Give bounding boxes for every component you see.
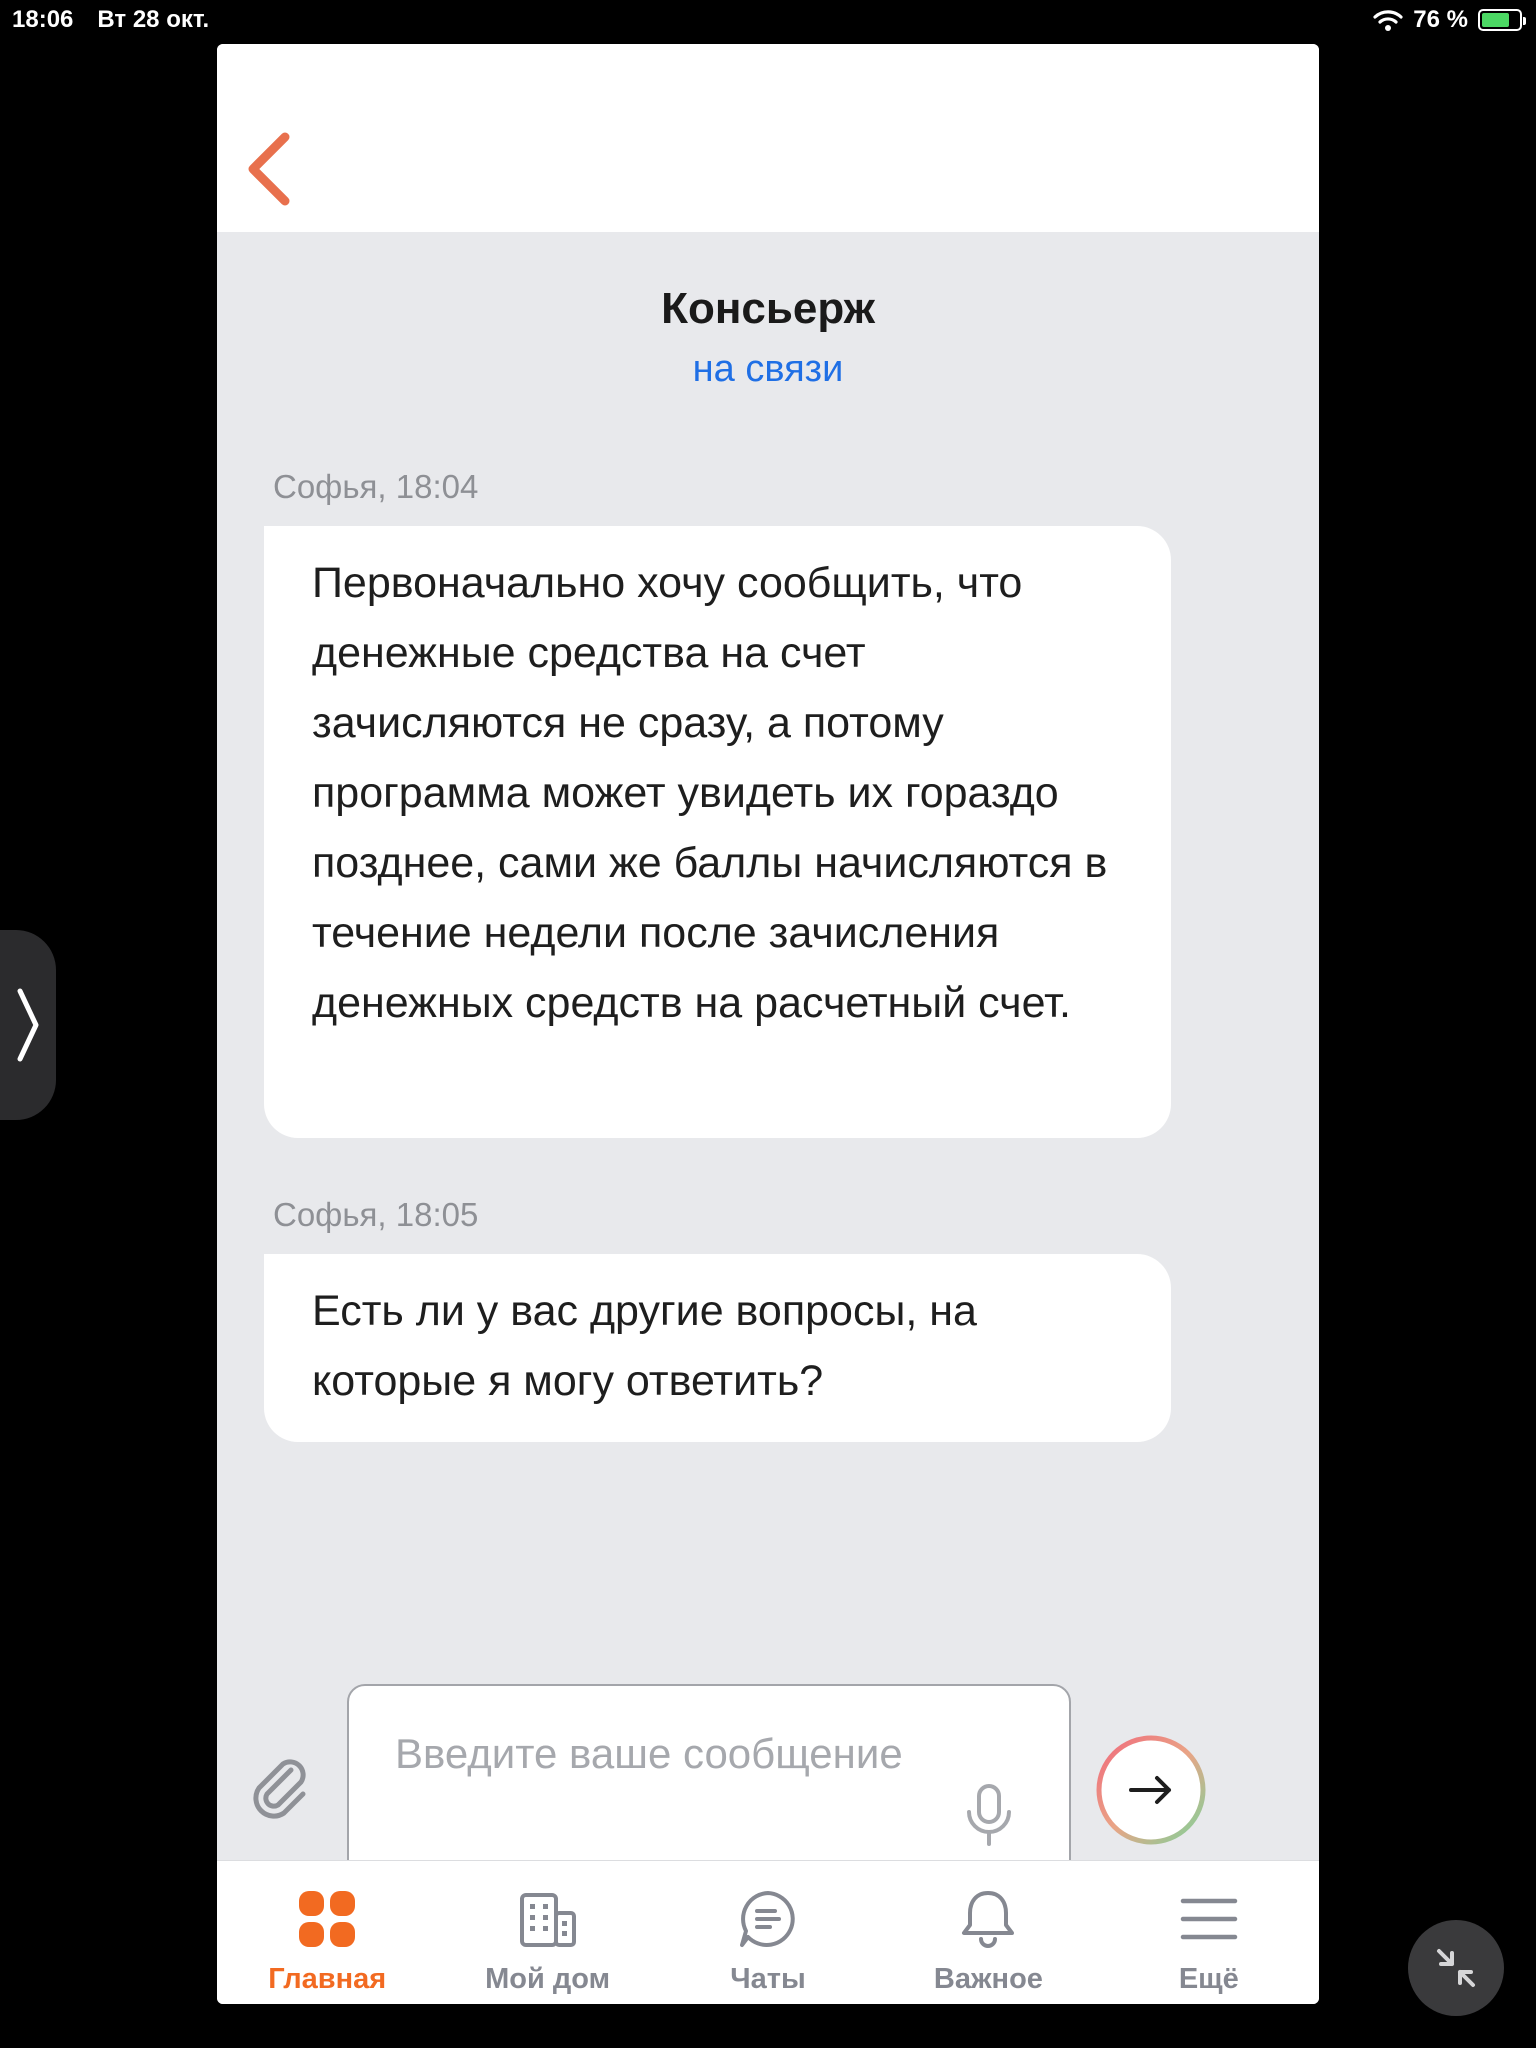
side-panel-handle[interactable]: [0, 930, 56, 1120]
message-input-placeholder: Введите ваше сообщение: [395, 1730, 903, 1777]
chat-icon: [740, 1891, 795, 1947]
tab-home[interactable]: Главная: [217, 1861, 437, 2004]
status-time: 18:06: [12, 6, 74, 33]
tab-label: Главная: [268, 1963, 387, 1995]
battery-icon: [1478, 9, 1526, 31]
status-bar: 18:06 Вт 28 окт. 76 %: [0, 0, 1536, 40]
tab-chats[interactable]: Чаты: [658, 1861, 878, 2004]
microphone-button[interactable]: [961, 1782, 1017, 1848]
send-button[interactable]: [1095, 1734, 1207, 1846]
collapse-window-button[interactable]: [1408, 1920, 1504, 2016]
wifi-icon: [1373, 10, 1403, 31]
tab-label: Ещё: [1178, 1963, 1239, 1995]
message-composer: Введите ваше сообщение: [217, 1614, 1319, 1882]
message-meta: Софья, 18:04: [273, 468, 479, 505]
message-bubble: Первоначально хочу сообщить, что денежны…: [264, 526, 1171, 1138]
attach-button[interactable]: [247, 1754, 313, 1820]
collapse-arrows-icon: [1437, 1949, 1475, 1987]
tab-my-home[interactable]: Мой дом: [437, 1861, 657, 2004]
message-text: Есть ли у вас другие вопросы, на которые…: [312, 1287, 977, 1405]
chat-header: Консьерж на связи: [217, 284, 1319, 391]
chevron-right-icon: [17, 988, 39, 1062]
navigation-bar: [217, 44, 1319, 232]
tab-label: Мой дом: [485, 1963, 611, 1995]
back-button[interactable]: [239, 124, 299, 214]
tab-label: Чаты: [730, 1963, 806, 1995]
menu-icon: [1180, 1898, 1238, 1940]
tab-more[interactable]: Ещё: [1099, 1861, 1319, 2004]
microphone-icon: [967, 1784, 1011, 1846]
chat-status: на связи: [692, 348, 844, 390]
home-grid-icon: [299, 1891, 356, 1947]
message-meta: Софья, 18:05: [273, 1196, 479, 1233]
battery-percent: 76 %: [1413, 6, 1468, 33]
paperclip-icon: [253, 1759, 306, 1819]
message-bubble: Есть ли у вас другие вопросы, на которые…: [264, 1254, 1171, 1442]
app-window: Консьерж на связи Софья, 18:04 Первонача…: [217, 44, 1319, 2004]
tab-label: Важное: [933, 1963, 1043, 1995]
message-input[interactable]: Введите ваше сообщение: [347, 1684, 1071, 1882]
chevron-left-icon: [248, 132, 290, 206]
send-arrow-icon: [1096, 1735, 1206, 1845]
chat-title: Консьерж: [661, 284, 875, 333]
status-date: Вт 28 окт.: [97, 6, 210, 33]
tab-bar: Главная Мой дом Чаты Важное Ещё: [217, 1860, 1319, 2004]
tab-important[interactable]: Важное: [878, 1861, 1098, 2004]
building-icon: [519, 1893, 576, 1947]
bell-icon: [962, 1891, 1015, 1948]
message-text: Первоначально хочу сообщить, что денежны…: [312, 559, 1108, 1027]
